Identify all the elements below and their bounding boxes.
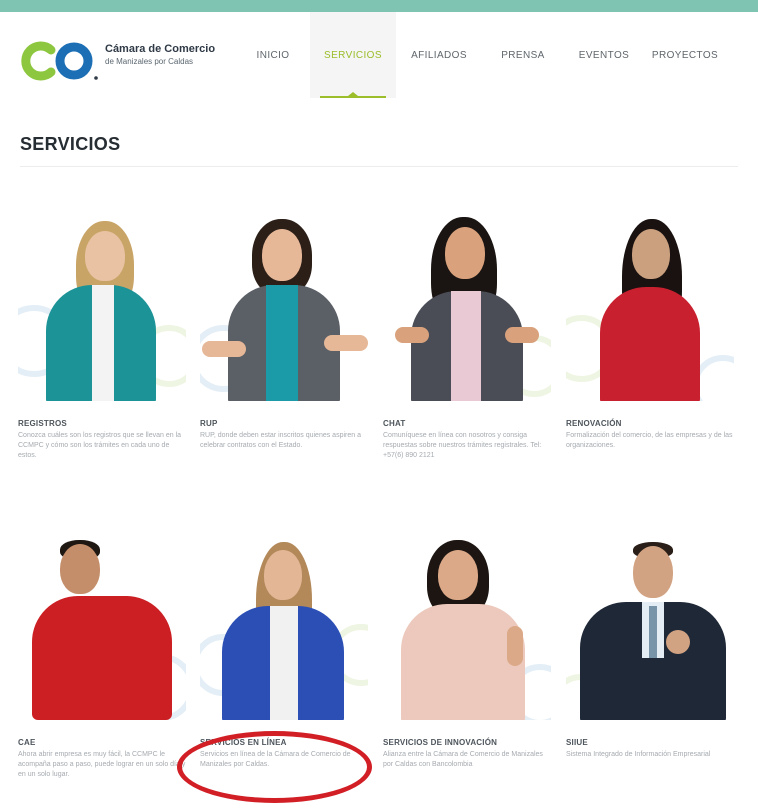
service-description: Alianza entre la Cámara de Comercio de M… xyxy=(383,751,543,768)
service-title[interactable]: SERVICIOS DE INNOVACIÓN xyxy=(383,738,551,747)
service-description: Conozca cuáles son los registros que se … xyxy=(18,432,182,459)
service-photo[interactable] xyxy=(18,215,186,401)
service-description: RUP, donde deben estar inscritos quienes… xyxy=(200,432,361,449)
title-divider xyxy=(20,166,738,167)
service-card-innovacion[interactable]: SERVICIOS DE INNOVACIÓN Alianza entre la… xyxy=(383,534,551,770)
top-accent-bar xyxy=(0,0,758,12)
service-description: Ahora abrir empresa es muy fácil, la CCM… xyxy=(18,751,186,778)
service-title[interactable]: SERVICIOS EN LÍNEA xyxy=(200,738,368,747)
service-photo[interactable] xyxy=(200,215,368,401)
nav-item-inicio[interactable]: INICIO xyxy=(236,12,310,98)
service-card-servicios-en-linea[interactable]: SERVICIOS EN LÍNEA Servicios en línea de… xyxy=(200,534,368,770)
service-title[interactable]: RUP xyxy=(200,419,368,428)
service-card-renovacion[interactable]: RENOVACIÓN Formalización del comercio, d… xyxy=(566,215,734,451)
service-description: Formalización del comercio, de las empre… xyxy=(566,432,733,449)
nav-item-prensa[interactable]: PRENSA xyxy=(482,12,564,98)
service-card-siiue[interactable]: SIIUE Sistema Integrado de Información E… xyxy=(566,534,734,760)
service-title[interactable]: CHAT xyxy=(383,419,551,428)
service-description: Sistema Integrado de Información Empresa… xyxy=(566,751,711,758)
service-title[interactable]: SIIUE xyxy=(566,738,734,747)
nav-item-afiliados[interactable]: AFILIADOS xyxy=(396,12,482,98)
service-photo[interactable] xyxy=(566,534,734,720)
service-title[interactable]: CAE xyxy=(18,738,186,747)
brand-block[interactable]: Cámara de Comercio de Manizales por Cald… xyxy=(105,43,215,66)
chamber-logo-icon[interactable] xyxy=(18,36,98,86)
service-photo[interactable] xyxy=(566,215,734,401)
page-title: SERVICIOS xyxy=(20,134,121,154)
service-card-cae[interactable]: CAE Ahora abrir empresa es muy fácil, la… xyxy=(18,534,186,780)
service-card-chat[interactable]: CHAT Comuníquese en línea con nosotros y… xyxy=(383,215,551,461)
service-description: Comuníquese en línea con nosotros y cons… xyxy=(383,432,542,459)
service-card-registros[interactable]: REGISTROS Conozca cuáles son los registr… xyxy=(18,215,186,461)
nav-item-eventos[interactable]: EVENTOS xyxy=(564,12,644,98)
service-description: Servicios en línea de la Cámara de Comer… xyxy=(200,751,351,768)
service-title[interactable]: REGISTROS xyxy=(18,419,186,428)
service-photo[interactable] xyxy=(18,534,186,720)
service-photo[interactable] xyxy=(200,534,368,720)
main-nav: INICIO SERVICIOS AFILIADOS PRENSA EVENTO… xyxy=(236,12,726,98)
nav-item-proyectos[interactable]: PROYECTOS xyxy=(644,12,726,98)
nav-item-servicios[interactable]: SERVICIOS xyxy=(310,12,396,98)
brand-name: Cámara de Comercio xyxy=(105,43,216,55)
service-card-rup[interactable]: RUP RUP, donde deben estar inscritos qui… xyxy=(200,215,368,451)
service-photo[interactable] xyxy=(383,215,551,401)
service-photo[interactable] xyxy=(383,534,551,720)
brand-subtitle: de Manizales por Caldas xyxy=(105,57,194,66)
service-title[interactable]: RENOVACIÓN xyxy=(566,419,734,428)
